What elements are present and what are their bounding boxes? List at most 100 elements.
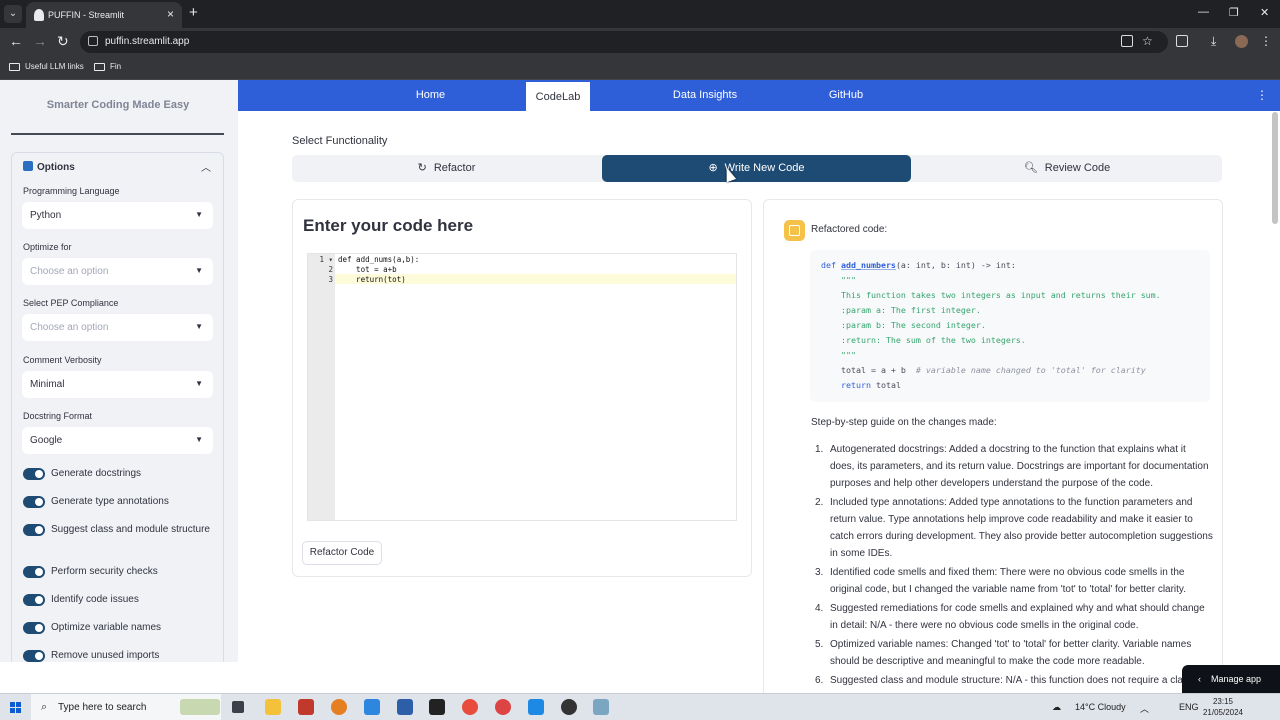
streamlit-favicon-icon xyxy=(34,9,44,21)
browser-menu-icon[interactable]: ⋮ xyxy=(1260,34,1272,48)
app-icon[interactable] xyxy=(593,699,609,715)
code-line: :return: The sum of the two integers. xyxy=(821,335,1026,345)
toggle-switch[interactable] xyxy=(23,566,45,578)
toggle-switch[interactable] xyxy=(23,622,45,634)
toggle-switch[interactable] xyxy=(23,496,45,508)
code-line: """ xyxy=(821,275,856,285)
code-line: :param b: The second integer. xyxy=(821,320,986,330)
back-icon[interactable]: ← xyxy=(9,34,23,48)
toggle-switch[interactable] xyxy=(23,524,45,536)
bookmarks-bar: Useful LLM links Fin xyxy=(0,56,1280,80)
functionality-segmented-control: ↻ Refactor ⊕ Write New Code 🔍︎ Review Code xyxy=(292,155,1222,182)
tray-chevron-icon[interactable]: ︿ xyxy=(1140,702,1149,715)
search-icon: 🔍︎ xyxy=(1023,162,1038,174)
search-icon: ⌕ xyxy=(41,701,48,713)
windows-taskbar: ⌕ Type here to search ☁ 14°C Cloudy ︿ EN… xyxy=(0,693,1280,720)
refactor-option[interactable]: ↻ Refactor xyxy=(292,155,601,182)
chevron-left-icon: ‹ xyxy=(1198,674,1201,684)
download-icon[interactable]: ⤓ xyxy=(1211,34,1216,48)
search-highlight-icon xyxy=(180,699,220,715)
toggle-switch[interactable] xyxy=(23,468,45,480)
url-field[interactable]: puffin.streamlit.app xyxy=(80,31,1168,53)
code-editor[interactable]: 1 ▾ 2 3 def add_nums(a,b): tot = a+b ret… xyxy=(307,253,737,521)
nav-github[interactable]: GitHub xyxy=(816,80,876,111)
nav-data-insights[interactable]: Data Insights xyxy=(662,80,748,111)
task-view-icon[interactable] xyxy=(232,701,244,713)
code-line: return total xyxy=(840,380,901,390)
profile-avatar[interactable] xyxy=(1235,35,1248,48)
optimize-for-select[interactable]: Choose an option ▼ xyxy=(22,258,213,285)
close-tab-icon[interactable]: × xyxy=(167,7,174,21)
sidebar-title: Smarter Coding Made Easy xyxy=(46,99,190,111)
url-text: puffin.streamlit.app xyxy=(105,36,190,47)
write-new-code-option[interactable]: ⊕ Write New Code xyxy=(602,155,911,182)
windows-start-icon[interactable] xyxy=(10,702,21,713)
app-icon[interactable] xyxy=(561,699,577,715)
bookmark-useful-llm-links[interactable]: Useful LLM links xyxy=(9,62,84,71)
docstring-format-select[interactable]: Google ▼ xyxy=(22,427,213,454)
programming-language-select[interactable]: Python ▼ xyxy=(22,202,213,229)
weather-icon[interactable]: ☁ xyxy=(1052,702,1061,713)
line-number-gutter: 1 ▾ 2 3 xyxy=(308,254,335,520)
browser-tab-bar: ⌄ PUFFIN - Streamlit × + — ❐ ✕ xyxy=(0,0,1280,28)
line-number: 3 xyxy=(328,275,333,284)
chevron-up-icon[interactable]: ︿ xyxy=(201,159,211,174)
file-explorer-icon[interactable] xyxy=(265,699,281,715)
refactor-code-button[interactable]: Refactor Code xyxy=(302,541,382,565)
review-code-option[interactable]: 🔍︎ Review Code xyxy=(912,155,1222,182)
chrome-icon[interactable] xyxy=(462,699,478,715)
browser-tab[interactable]: PUFFIN - Streamlit × xyxy=(26,2,182,28)
app-icon[interactable] xyxy=(331,699,347,715)
terminal-icon[interactable] xyxy=(429,699,445,715)
reload-icon[interactable]: ↻ xyxy=(57,34,69,48)
sidebar: Smarter Coding Made Easy Options ︿ Progr… xyxy=(0,80,238,662)
address-bar-row: ← → ↻ puffin.streamlit.app ☆ ⤓ ⋮ xyxy=(0,28,1280,56)
programming-language-label: Programming Language xyxy=(23,186,120,196)
vscode-icon[interactable] xyxy=(528,699,544,715)
toggle-switch[interactable] xyxy=(23,650,45,662)
page-scrollbar[interactable] xyxy=(1272,112,1278,224)
chevron-down-icon: ▼ xyxy=(195,210,203,219)
more-options-icon[interactable]: ⋮ xyxy=(1256,88,1268,102)
new-tab-icon[interactable]: + xyxy=(189,5,198,20)
options-expander: Options ︿ Programming Language Python ▼ O… xyxy=(11,152,224,662)
docstring-format-label: Docstring Format xyxy=(23,411,93,421)
nav-home[interactable]: Home xyxy=(393,80,468,111)
top-navbar: Home CodeLab Data Insights GitHub ⋮ xyxy=(238,80,1280,111)
tab-search-icon[interactable]: ⌄ xyxy=(4,5,22,23)
extensions-icon[interactable] xyxy=(1176,35,1188,47)
options-header[interactable]: Options xyxy=(23,161,75,173)
bookmark-fin[interactable]: Fin xyxy=(94,62,121,71)
options-icon xyxy=(23,161,33,171)
weather-text[interactable]: 14°C Cloudy xyxy=(1075,702,1126,712)
refactored-code-heading: Refactored code: xyxy=(811,224,888,235)
toggle-switch[interactable] xyxy=(23,594,45,606)
forward-icon[interactable]: → xyxy=(33,34,47,48)
nav-codelab[interactable]: CodeLab xyxy=(526,80,590,111)
code-line-3: return(tot) xyxy=(338,275,406,284)
close-window-icon[interactable]: ✕ xyxy=(1260,6,1269,19)
pep-compliance-label: Select PEP Compliance xyxy=(23,298,119,308)
cast-icon[interactable] xyxy=(1121,35,1133,47)
pep-compliance-select[interactable]: Choose an option ▼ xyxy=(22,314,213,341)
list-item: 4. Suggested remediations for code smells… xyxy=(815,603,1205,631)
steps-list: 1. Autogenerated docstrings: Added a docs… xyxy=(811,441,1213,691)
list-item: 2. Included type annotations: Added type … xyxy=(815,497,1213,559)
app-icon[interactable] xyxy=(298,699,314,715)
list-item: 3. Identified code smells and fixed them:… xyxy=(815,567,1186,595)
todo-icon[interactable] xyxy=(364,699,380,715)
chevron-down-icon: ▼ xyxy=(195,435,203,444)
powershell-icon[interactable] xyxy=(397,699,413,715)
bookmark-star-icon[interactable]: ☆ xyxy=(1142,34,1153,48)
guide-heading: Step-by-step guide on the changes made: xyxy=(811,417,997,428)
code-line: def add_numbers(a: int, b: int) -> int: xyxy=(821,260,1016,270)
restore-icon[interactable]: ❐ xyxy=(1229,6,1239,19)
clock[interactable]: 23:15 21/05/2024 xyxy=(1196,696,1250,718)
chrome-icon[interactable] xyxy=(495,699,511,715)
minimize-icon[interactable]: — xyxy=(1198,6,1209,18)
manage-app-button[interactable]: ‹ Manage app xyxy=(1182,665,1280,693)
folder-icon xyxy=(94,62,105,71)
comment-verbosity-select[interactable]: Minimal ▼ xyxy=(22,371,213,398)
site-info-icon[interactable] xyxy=(88,36,98,46)
chevron-down-icon: ▼ xyxy=(195,266,203,275)
